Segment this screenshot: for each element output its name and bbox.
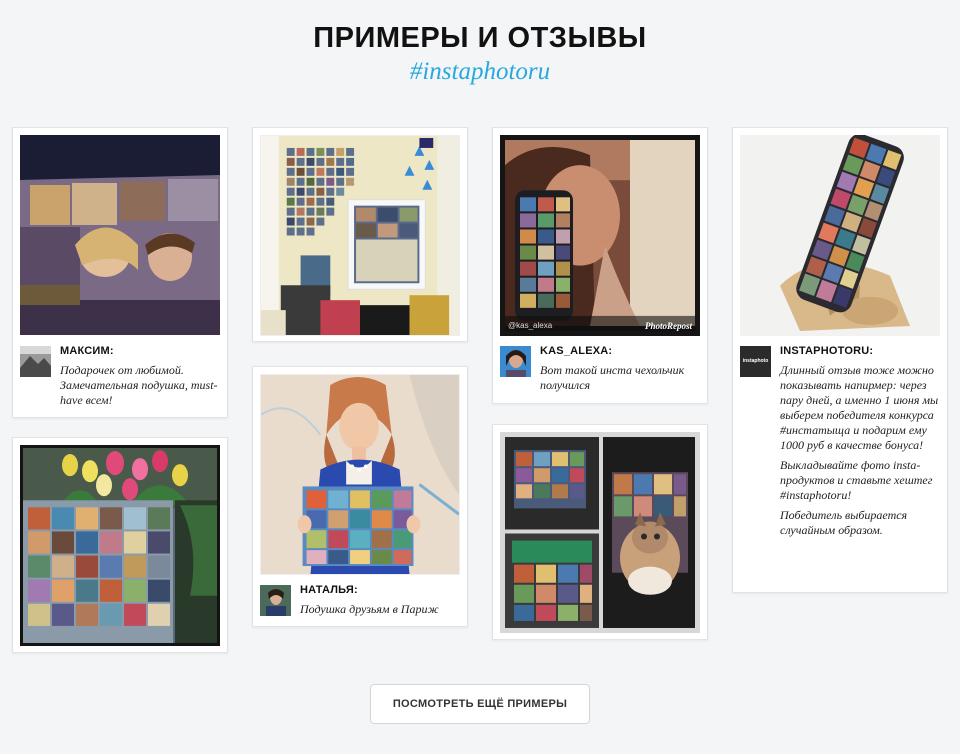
review-paragraph: Победитель выбирается случайным образом.: [780, 508, 908, 537]
avatar-logo-text: instaphoto: [742, 358, 769, 364]
phone-case-selfie[interactable]: @kas_alexa PhotoRepost: [500, 135, 700, 336]
avatar[interactable]: [500, 346, 531, 377]
avatar[interactable]: [260, 585, 291, 616]
review-paragraph: Длинный отзыв тоже можно показывать напи…: [780, 363, 939, 452]
woman-holding-pillow[interactable]: [260, 374, 460, 575]
review-card-instaphotoru: instaphoto INSTAPHOTORU: Длинный отзыв т…: [732, 127, 948, 593]
review-author[interactable]: INSTAPHOTORU:: [780, 345, 939, 357]
pillow-couple-photo[interactable]: [20, 135, 220, 335]
review-author[interactable]: МАКСИМ:: [60, 345, 219, 357]
review-card-kas-alexa: @kas_alexa PhotoRepost KAS_ALEXA: Вот та…: [492, 127, 708, 404]
review-paragraph: Подарочек от любимой. Замечательная поду…: [60, 363, 218, 407]
review-paragraph: Подушка друзьям в Париж: [300, 602, 439, 616]
pillows-collage-with-cat[interactable]: [500, 432, 700, 633]
photo-card: [12, 437, 228, 653]
review-text: Подарочек от любимой. Замечательная поду…: [60, 363, 219, 408]
review-text: Подушка друзьям в Париж: [300, 602, 459, 617]
tulips-and-pillow[interactable]: [20, 445, 220, 646]
hashtag-subtitle: #instaphotoru: [409, 58, 551, 85]
show-more-examples-button[interactable]: ПОСМОТРЕТЬ ЕЩЁ ПРИМЕРЫ: [370, 684, 590, 724]
review-text: Длинный отзыв тоже можно показывать напи…: [780, 363, 939, 538]
avatar[interactable]: instaphoto: [740, 346, 771, 377]
review-card-maxim: МАКСИМ: Подарочек от любимой. Замечатель…: [12, 127, 228, 418]
review-text: Вот такой инста чехольчик получился: [540, 363, 699, 393]
photo-card: [492, 424, 708, 640]
watermark-left: @kas_alexa: [508, 321, 553, 330]
review-author[interactable]: KAS_ALEXA:: [540, 345, 699, 357]
review-paragraph: Выкладывайте фото insta-продуктов и став…: [780, 458, 933, 502]
photo-card: [252, 127, 468, 342]
page-title: ПРИМЕРЫ И ОТЗЫВЫ: [313, 22, 647, 54]
avatar[interactable]: [20, 346, 51, 377]
review-author[interactable]: НАТАЛЬЯ:: [300, 584, 459, 596]
review-paragraph: Вот такой инста чехольчик получился: [540, 363, 685, 392]
photo-wall-room[interactable]: [260, 135, 460, 336]
watermark-right: PhotoRepost: [644, 321, 692, 331]
phone-on-wooden-stand[interactable]: [740, 135, 940, 336]
review-card-natalia: НАТАЛЬЯ: Подушка друзьям в Париж: [252, 366, 468, 627]
